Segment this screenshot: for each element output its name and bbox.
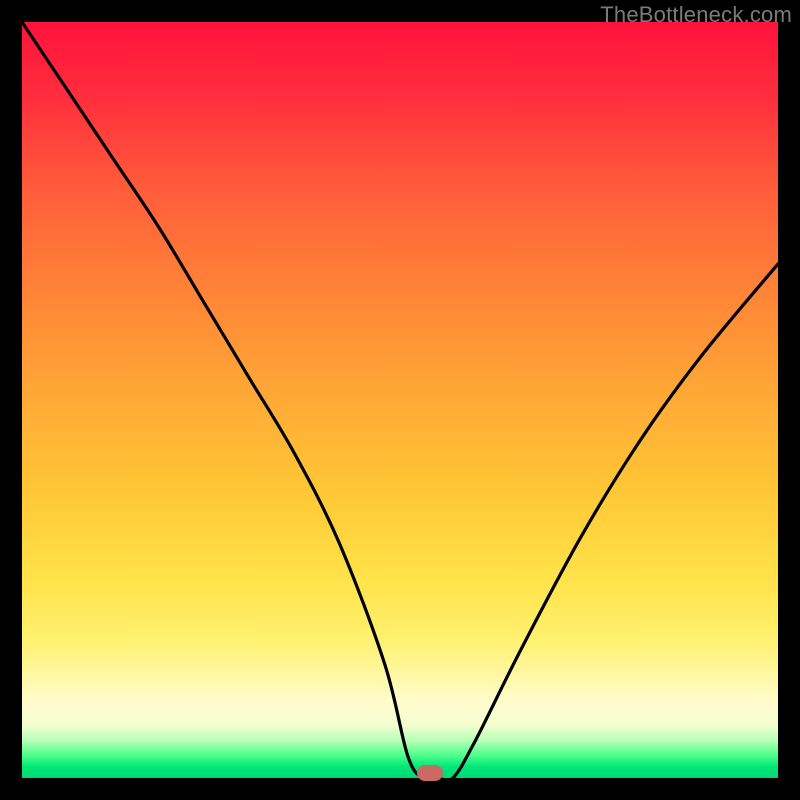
watermark-text: TheBottleneck.com (600, 2, 792, 28)
chart-frame: TheBottleneck.com (0, 0, 800, 800)
bottleneck-curve (22, 22, 778, 778)
plot-area (22, 22, 778, 778)
bottleneck-marker (417, 765, 443, 781)
